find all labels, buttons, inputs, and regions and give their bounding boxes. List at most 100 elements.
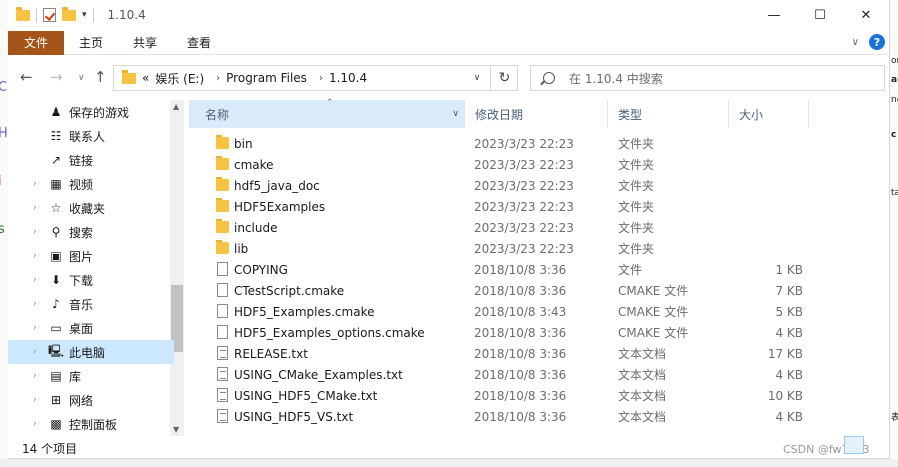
nav-item[interactable]: ☷ 联系人 [8,124,174,148]
expand-chevron-icon[interactable]: › [33,275,37,285]
nav-item[interactable]: › ♪ 音乐 [8,292,174,316]
column-header-name[interactable]: ⌃ 名称 ∨ [189,98,465,128]
folder-icon [122,69,136,84]
file-row[interactable]: USING_HDF5_CMake.txt 2018/10/8 3:36 文本文档 10… [189,385,889,406]
file-row[interactable]: bin 2023/3/23 22:23 文件夹 [189,133,889,154]
column-headers: ⌃ 名称 ∨ 修改日期 类型 大小 [189,98,889,128]
nav-item[interactable]: › ▦ 视频 [8,172,174,196]
expand-chevron-icon[interactable]: › [33,227,37,237]
back-button[interactable]: ← [20,68,33,86]
maximize-button[interactable]: ☐ [797,0,843,30]
nav-item[interactable]: › ▤ 库 [8,364,174,388]
chevron-right-icon[interactable]: › [216,73,220,84]
expand-chevron-icon[interactable]: › [33,299,37,309]
breadcrumb-drive[interactable]: 娱乐 (E:) [155,70,204,87]
file-size: 17 KB [767,346,803,361]
expand-chevron-icon[interactable]: › [33,203,37,213]
folder-icon [216,135,229,149]
expand-chevron-icon[interactable]: › [33,347,37,357]
tab-file[interactable]: 文件 [8,30,65,55]
column-header-type[interactable]: 类型 [608,100,729,128]
file-row[interactable]: HDF5Examples 2023/3/23 22:23 文件夹 [189,196,889,217]
expand-chevron-icon[interactable]: › [33,371,37,381]
nav-item[interactable]: ↗ 链接 [8,148,174,172]
file-row[interactable]: USING_HDF5_VS.txt 2018/10/8 3:36 文本文档 4 KB [189,406,889,427]
nav-item[interactable]: › ⬇ 下载 [8,268,174,292]
file-row[interactable]: RELEASE.txt 2018/10/8 3:36 文本文档 17 KB [189,343,889,364]
file-row[interactable]: hdf5_java_doc 2023/3/23 22:23 文件夹 [189,175,889,196]
tab-home[interactable]: 主页 [64,31,118,55]
close-button[interactable]: ✕ [843,0,889,30]
file-row[interactable]: lib 2023/3/23 22:23 文件夹 [189,238,889,259]
file-size: 4 KB [775,409,803,424]
nav-item-label: 保存的游戏 [69,105,130,120]
nav-item[interactable]: › ☆ 收藏夹 [8,196,174,220]
minimize-button[interactable]: — [751,0,797,30]
help-icon[interactable]: ? [869,34,885,50]
tab-share[interactable]: 共享 [118,31,172,55]
file-type: 文件夹 [618,200,655,214]
nav-item-label: 搜索 [69,225,94,240]
library-icon: ▤ [50,369,62,383]
nav-item[interactable]: › ⚲ 搜索 [8,220,174,244]
file-row[interactable]: USING_CMake_Examples.txt 2018/10/8 3:36 文本… [189,364,889,385]
background-left-strip: C H i s [0,0,8,467]
new-folder-icon[interactable] [62,6,76,21]
search-icon: ⚲ [51,225,61,239]
file-type: CMAKE 文件 [618,305,689,319]
file-name: include [234,220,278,235]
music-icon: ♪ [52,297,60,311]
details-view-icon[interactable] [844,436,864,454]
properties-icon[interactable] [43,8,56,22]
expand-chevron-icon[interactable]: › [33,419,37,429]
breadcrumb-current[interactable]: 1.10.4 [329,71,367,85]
file-row[interactable]: COPYING 2018/10/8 3:36 文件 1 KB [189,259,889,280]
large-icons-view-icon[interactable] [868,436,888,454]
file-name: hdf5_java_doc [234,178,320,193]
expand-ribbon-chevron-icon[interactable]: ∨ [852,37,859,48]
expand-chevron-icon[interactable]: › [33,395,37,405]
refresh-button[interactable]: ↻ [490,65,518,91]
status-item-count: 14 个项目 [22,442,78,456]
chevron-down-icon[interactable]: ∨ [452,109,459,119]
file-row[interactable]: CTestScript.cmake 2018/10/8 3:36 CMAKE 文件 7… [189,280,889,301]
file-date: 2018/10/8 3:36 [474,346,567,361]
up-button[interactable]: ↑ [94,68,107,86]
expand-chevron-icon[interactable]: › [33,323,37,333]
expand-chevron-icon[interactable]: › [33,179,37,189]
expand-chevron-icon[interactable]: › [33,251,37,261]
column-header-date[interactable]: 修改日期 [465,100,608,128]
nav-item[interactable]: › ▣ 图片 [8,244,174,268]
breadcrumb-program-files[interactable]: Program Files [226,71,307,85]
address-dropdown[interactable]: ∨ [464,65,490,91]
file-row[interactable]: HDF5_Examples_options.cmake 2018/10/8 3:3… [189,322,889,343]
nav-item[interactable]: › ▩ 控制面板 [8,412,174,436]
file-row[interactable]: HDF5_Examples.cmake 2018/10/8 3:43 CMAKE 文… [189,301,889,322]
file-name: HDF5_Examples_options.cmake [234,325,425,340]
file-type: 文本文档 [618,389,667,403]
file-date: 2023/3/23 22:23 [474,178,574,193]
chevron-right-icon[interactable]: › [319,73,323,84]
nav-item-label: 桌面 [69,321,94,336]
contacts-icon: ☷ [50,129,62,143]
search-box[interactable]: 在 1.10.4 中搜索 [530,65,885,91]
address-bar[interactable]: « 娱乐 (E:) › Program Files › 1.10.4 [113,65,518,91]
column-header-size[interactable]: 大小 [729,100,809,128]
navigation-row: ← → ∨ ↑ « 娱乐 (E:) › Program Files › 1.10… [8,60,889,96]
tab-view[interactable]: 查看 [172,31,226,55]
nav-item[interactable]: › ▭ 桌面 [8,316,174,340]
file-row[interactable]: include 2023/3/23 22:23 文件夹 [189,217,889,238]
nav-item-label: 收藏夹 [69,201,106,216]
file-name: HDF5_Examples.cmake [234,304,375,319]
desktop-icon: ▭ [50,321,62,335]
nav-item-label: 音乐 [69,297,94,312]
nav-item[interactable]: › ⊞ 网络 [8,388,174,412]
customize-toolbar-dropdown[interactable]: ▾ [82,10,87,20]
recent-locations-dropdown[interactable]: ∨ [78,73,85,83]
file-row[interactable]: cmake 2023/3/23 22:23 文件夹 [189,154,889,175]
file-date: 2023/3/23 22:23 [474,136,574,151]
nav-item[interactable]: ♟ 保存的游戏 [8,100,174,124]
breadcrumb-overflow[interactable]: « [142,71,149,85]
forward-button[interactable]: → [50,68,63,86]
nav-item[interactable]: › 🖳 此电脑 [8,340,174,364]
